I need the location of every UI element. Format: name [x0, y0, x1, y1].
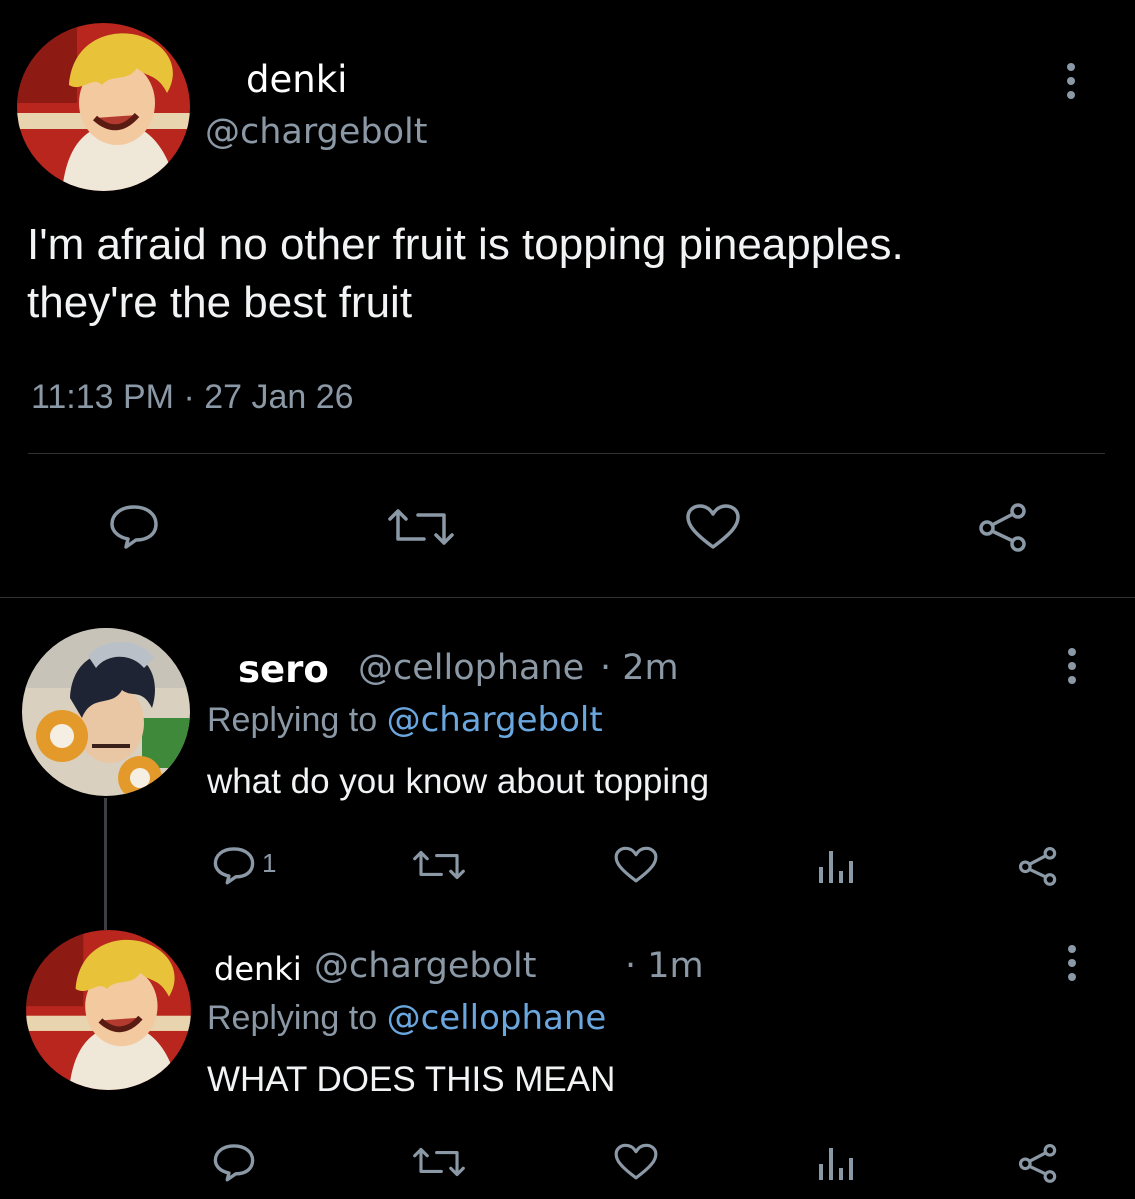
replying-to-handle[interactable]: @cellophane [387, 998, 607, 1038]
avatar[interactable] [17, 23, 190, 191]
tweet-time[interactable]: · 1m [625, 946, 704, 986]
author-handle[interactable]: @chargebolt [314, 946, 536, 986]
tweet-text: what do you know about topping [207, 762, 710, 801]
tweet-text: WHAT DOES THIS MEAN [207, 1060, 616, 1099]
denki-avatar-icon [17, 23, 190, 191]
replying-to-prefix: Replying to [207, 999, 378, 1037]
author-name[interactable]: denki [246, 58, 347, 101]
replying-to-handle[interactable]: @chargebolt [387, 700, 603, 740]
reply-count: 1 [262, 848, 277, 878]
reply-icon[interactable] [108, 503, 160, 549]
more-options-icon[interactable] [1064, 647, 1080, 687]
tweet-timestamp[interactable]: 11:13 PM · 27 Jan 26 [31, 378, 354, 417]
share-icon[interactable] [1015, 845, 1061, 887]
replying-to: Replying to @cellophane [207, 998, 606, 1038]
analytics-icon[interactable] [817, 847, 857, 885]
tweet-text-line-2: they're the best fruit [27, 278, 413, 327]
divider [0, 597, 1135, 598]
retweet-icon[interactable] [410, 847, 468, 883]
tweet-text-line-1: I'm afraid no other fruit is topping pin… [27, 220, 904, 269]
retweet-icon[interactable] [410, 1144, 468, 1180]
like-icon[interactable] [684, 503, 742, 551]
author-handle[interactable]: @chargebolt [205, 112, 427, 152]
tweet-time[interactable]: · 2m [600, 648, 679, 688]
author-name[interactable]: denki [214, 950, 302, 988]
avatar[interactable] [26, 930, 191, 1090]
avatar[interactable] [22, 628, 190, 796]
author-handle[interactable]: @cellophane [358, 648, 584, 688]
like-icon[interactable] [613, 1142, 659, 1182]
reply-icon[interactable] [212, 845, 256, 885]
replying-to-prefix: Replying to [207, 701, 378, 739]
denki-avatar-icon [26, 930, 191, 1090]
more-options-icon[interactable] [1063, 62, 1079, 102]
reply-icon[interactable] [212, 1142, 256, 1182]
thread-line [104, 798, 107, 930]
share-icon[interactable] [1015, 1142, 1061, 1184]
replying-to: Replying to @chargebolt [207, 700, 603, 740]
author-name[interactable]: sero [238, 648, 329, 691]
analytics-icon[interactable] [817, 1144, 857, 1182]
share-icon[interactable] [974, 502, 1032, 552]
sero-avatar-icon [22, 628, 190, 796]
more-options-icon[interactable] [1064, 944, 1080, 984]
retweet-icon[interactable] [384, 505, 458, 549]
like-icon[interactable] [613, 845, 659, 885]
divider [28, 453, 1105, 454]
